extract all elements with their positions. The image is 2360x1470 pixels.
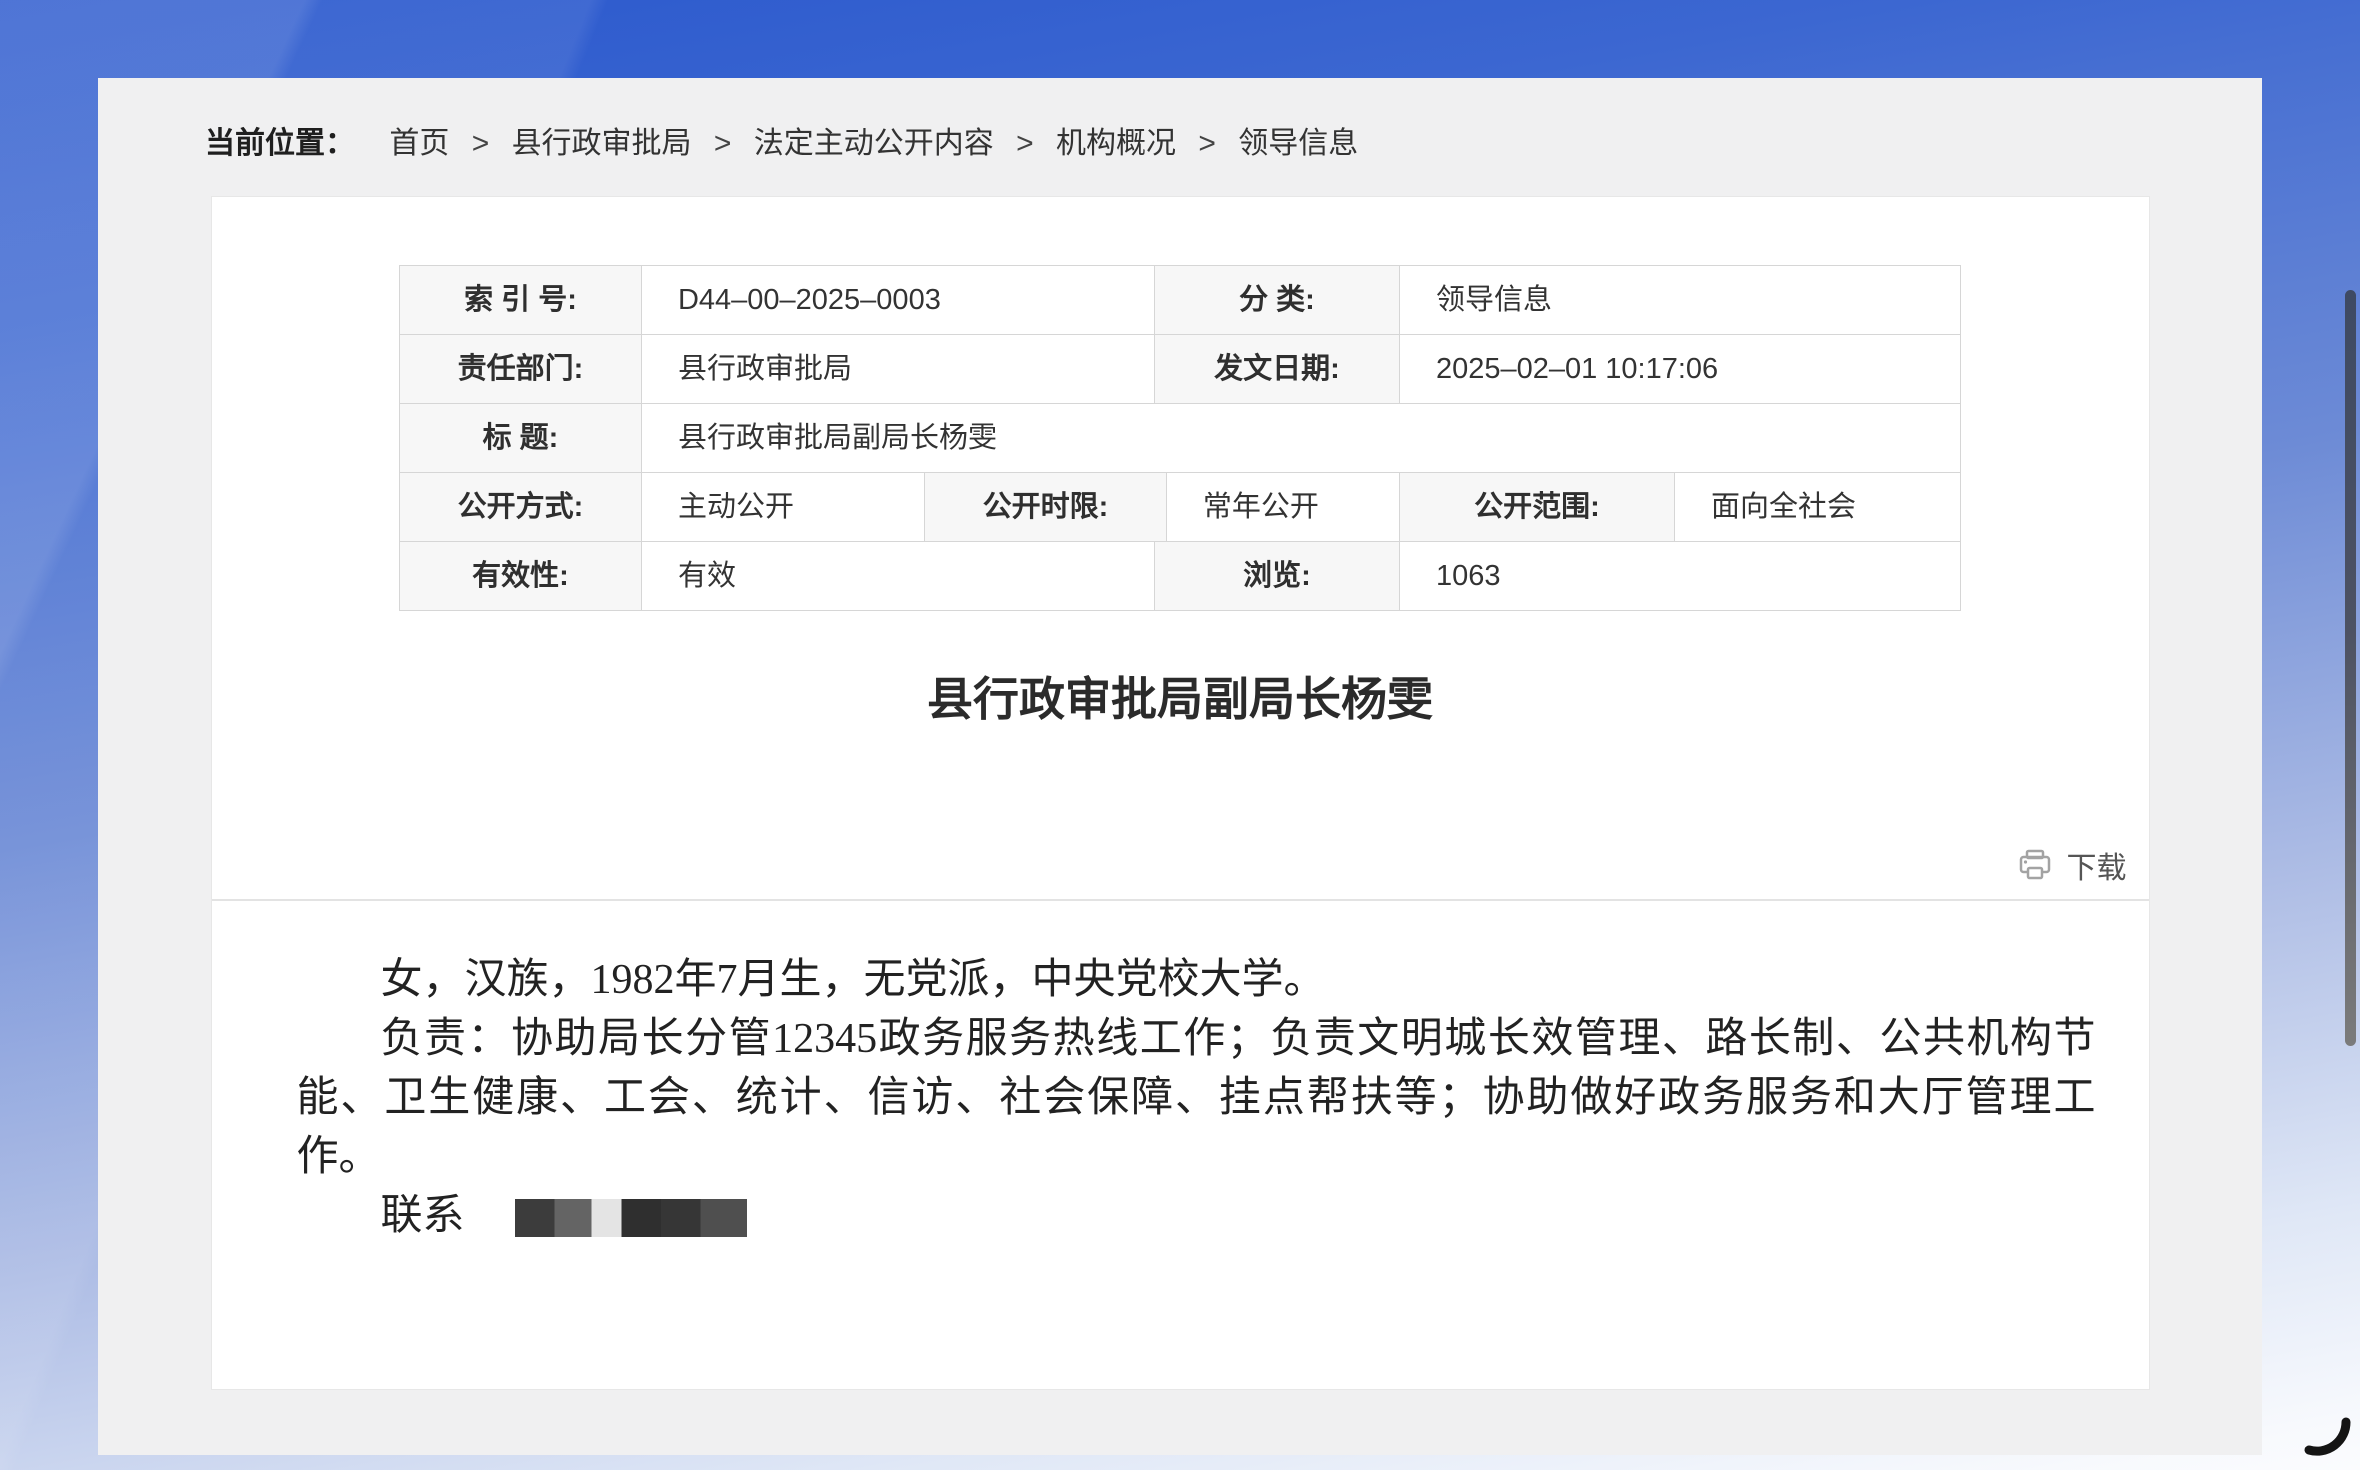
download-button-label: 下载: [2067, 843, 2127, 887]
meta-label-open-period: 公开时限:: [925, 473, 1167, 542]
bio-paragraph: 女，汉族，1982年7月生，无党派，中央党校大学。: [297, 951, 2096, 1010]
table-row: 索 引 号: D44–00–2025–0003 分 类: 领导信息: [400, 266, 1961, 335]
section-divider: [212, 899, 2149, 901]
meta-label-open-scope: 公开范围:: [1400, 473, 1675, 542]
article-container: 索 引 号: D44–00–2025–0003 分 类: 领导信息 责任部门: …: [211, 196, 2150, 1390]
download-row: 下载: [212, 843, 2149, 887]
loading-spinner-arc: [2292, 1398, 2356, 1467]
document-meta-table: 索 引 号: D44–00–2025–0003 分 类: 领导信息 责任部门: …: [399, 265, 1961, 611]
meta-label-open-mode: 公开方式:: [400, 473, 642, 542]
duties-paragraph: 负责：协助局长分管12345政务服务热线工作；负责文明城长效管理、路长制、公共机…: [297, 1010, 2096, 1187]
meta-value-validity: 有效: [642, 542, 1155, 611]
contact-label: 联系: [381, 1193, 465, 1239]
meta-label-category: 分 类:: [1155, 266, 1400, 335]
printer-icon: [2017, 847, 2053, 883]
breadcrumb: 当前位置： 首页 > 县行政审批局 > 法定主动公开内容 > 机构概况 > 领导…: [205, 126, 2262, 162]
table-row: 公开方式: 主动公开 公开时限: 常年公开 公开范围: 面向全社会: [400, 473, 1961, 542]
download-button[interactable]: 下载: [2017, 843, 2127, 887]
meta-label-publish-date: 发文日期:: [1155, 335, 1400, 404]
table-row: 标 题: 县行政审批局副局长杨雯: [400, 404, 1961, 473]
meta-label-views: 浏览:: [1155, 542, 1400, 611]
meta-value-department: 县行政审批局: [642, 335, 1155, 404]
meta-value-title: 县行政审批局副局长杨雯: [642, 404, 1961, 473]
meta-value-open-period: 常年公开: [1167, 473, 1400, 542]
breadcrumb-separator: >: [1016, 127, 1034, 160]
table-row: 责任部门: 县行政审批局 发文日期: 2025–02–01 10:17:06: [400, 335, 1961, 404]
meta-value-open-mode: 主动公开: [642, 473, 925, 542]
breadcrumb-link-home[interactable]: 首页: [389, 127, 449, 160]
vertical-scrollbar-thumb[interactable]: [2345, 290, 2356, 1046]
meta-label-validity: 有效性:: [400, 542, 642, 611]
table-row: 有效性: 有效 浏览: 1063: [400, 542, 1961, 611]
breadcrumb-separator: >: [714, 127, 732, 160]
meta-value-open-scope: 面向全社会: [1675, 473, 1961, 542]
meta-value-views: 1063: [1400, 542, 1961, 611]
meta-value-index-number: D44–00–2025–0003: [642, 266, 1155, 335]
breadcrumb-label: 当前位置：: [205, 127, 355, 160]
breadcrumb-link-bureau[interactable]: 县行政审批局: [512, 127, 692, 160]
meta-value-category: 领导信息: [1400, 266, 1961, 335]
meta-label-title: 标 题:: [400, 404, 642, 473]
meta-label-index-number: 索 引 号:: [400, 266, 642, 335]
content-card: 当前位置： 首页 > 县行政审批局 > 法定主动公开内容 > 机构概况 > 领导…: [98, 78, 2262, 1455]
breadcrumb-current-page: 领导信息: [1238, 127, 1358, 160]
article-body: 女，汉族，1982年7月生，无党派，中央党校大学。 负责：协助局长分管12345…: [297, 951, 2096, 1246]
page-background: 当前位置： 首页 > 县行政审批局 > 法定主动公开内容 > 机构概况 > 领导…: [0, 0, 2360, 1470]
page-title: 县行政审批局副局长杨雯: [212, 673, 2149, 725]
contact-paragraph: 联系: [297, 1187, 2096, 1246]
meta-label-department: 责任部门:: [400, 335, 642, 404]
breadcrumb-separator: >: [472, 127, 490, 160]
breadcrumb-separator: >: [1198, 127, 1216, 160]
meta-value-publish-date: 2025–02–01 10:17:06: [1400, 335, 1961, 404]
breadcrumb-link-overview[interactable]: 机构概况: [1056, 127, 1176, 160]
redacted-contact-info: [515, 1199, 747, 1237]
breadcrumb-link-disclosure[interactable]: 法定主动公开内容: [754, 127, 994, 160]
